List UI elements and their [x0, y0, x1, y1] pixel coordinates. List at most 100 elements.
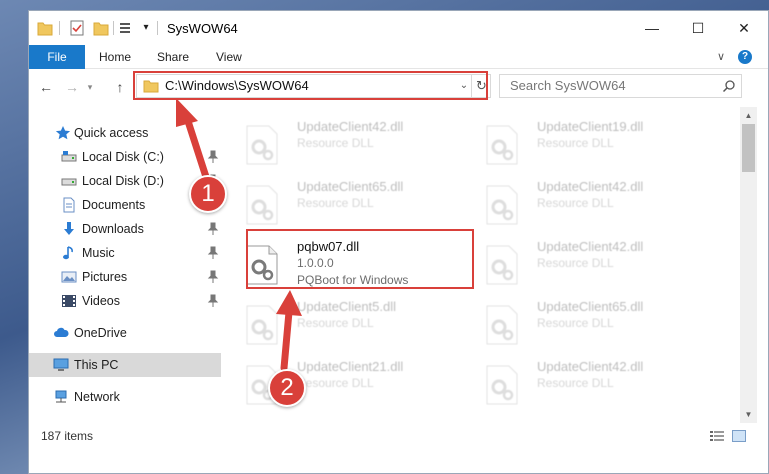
details-view-icon[interactable]: [710, 430, 724, 442]
sidebar-item-local-disk-d[interactable]: Local Disk (D:): [29, 169, 221, 193]
file-type: Resource DLL: [537, 316, 614, 330]
sidebar-item-videos[interactable]: Videos: [29, 289, 221, 313]
sidebar-item-network[interactable]: Network: [29, 385, 221, 409]
pin-icon: [207, 198, 219, 211]
cloud-icon: [54, 327, 69, 337]
tab-view[interactable]: View: [216, 45, 242, 69]
dll-file-icon: [246, 125, 278, 165]
recent-locations-icon[interactable]: ▾: [85, 78, 95, 96]
file-type: Resource DLL: [297, 136, 374, 150]
new-folder-icon[interactable]: [93, 19, 109, 37]
file-type: Resource DLL: [297, 196, 374, 210]
file-name: UpdateClient42.dll: [537, 359, 644, 374]
dll-file-icon: [246, 365, 278, 405]
download-icon: [64, 222, 74, 235]
up-button[interactable]: ↑: [111, 78, 129, 96]
scroll-thumb[interactable]: [742, 124, 755, 172]
pin-icon: [207, 294, 219, 307]
sidebar-item-label: Downloads: [82, 222, 144, 236]
file-item[interactable]: UpdateClient42.dll Resource DLL: [469, 173, 699, 231]
file-type: Resource DLL: [297, 316, 374, 330]
file-item[interactable]: UpdateClient42.dll Resource DLL: [469, 353, 699, 411]
file-item[interactable]: UpdateClient42.dll Resource DLL: [469, 233, 699, 291]
folder-icon[interactable]: [37, 19, 53, 37]
address-path[interactable]: C:\Windows\SysWOW64: [165, 75, 309, 97]
tab-home[interactable]: Home: [99, 45, 131, 69]
scroll-down-button[interactable]: ▼: [740, 406, 757, 423]
pictures-icon: [61, 271, 77, 283]
file-item[interactable]: UpdateClient21.dll Resource DLL: [229, 353, 459, 411]
expand-ribbon-icon[interactable]: ∨: [717, 45, 725, 69]
refresh-button[interactable]: ↻: [471, 75, 491, 97]
item-count: 187 items: [41, 429, 94, 443]
sidebar-item-onedrive[interactable]: OneDrive: [29, 321, 221, 345]
large-icons-view-icon[interactable]: [732, 430, 746, 442]
drive-icon: [61, 178, 77, 186]
explorer-window: ▾ SysWOW64 — ☐ ✕ File Home Share View ∨ …: [28, 10, 769, 474]
dll-file-icon: [246, 185, 278, 225]
file-item[interactable]: UpdateClient65.dll Resource DLL: [469, 293, 699, 351]
pin-icon: [207, 246, 219, 259]
file-name: UpdateClient5.dll: [297, 299, 397, 314]
dll-file-icon: [246, 245, 278, 285]
address-dropdown-icon[interactable]: ⌄: [457, 75, 471, 97]
file-item[interactable]: UpdateClient42.dll Resource DLL: [229, 113, 459, 171]
properties-icon[interactable]: [69, 19, 85, 37]
quick-access-dropdown-icon[interactable]: ▾: [141, 19, 151, 37]
sidebar-item-music[interactable]: Music: [29, 241, 221, 265]
pin-icon: [207, 150, 219, 163]
sidebar-item-quick-access[interactable]: Quick access: [29, 121, 221, 145]
maximize-button[interactable]: ☐: [675, 11, 721, 45]
pin-icon: [207, 174, 219, 187]
file-item[interactable]: UpdateClient19.dll Resource DLL: [469, 113, 699, 171]
vertical-scrollbar[interactable]: ▲ ▼: [740, 107, 757, 423]
file-item-pqbw07[interactable]: pqbw07.dll 1.0.0.0 PQBoot for Windows: [229, 233, 459, 291]
search-input[interactable]: Search SysWOW64: [499, 74, 742, 98]
customize-toolbar-icon[interactable]: [119, 19, 131, 37]
tab-share[interactable]: Share: [157, 45, 189, 69]
file-item[interactable]: UpdateClient5.dll Resource DLL: [229, 293, 459, 351]
dll-file-icon: [246, 305, 278, 345]
forward-button[interactable]: →: [63, 78, 81, 96]
sidebar-item-label: Local Disk (C:): [82, 150, 164, 164]
file-type: Resource DLL: [537, 256, 614, 270]
navigation-bar: ← → ▾ ↑ C:\Windows\SysWOW64 ⌄ ↻ Search S…: [29, 69, 768, 105]
computer-icon: [53, 358, 69, 371]
network-icon: [55, 390, 67, 403]
sidebar-item-pictures[interactable]: Pictures: [29, 265, 221, 289]
quick-access-separator: [59, 21, 60, 35]
minimize-button[interactable]: —: [629, 11, 675, 45]
sidebar-item-local-disk-c[interactable]: Local Disk (C:): [29, 145, 221, 169]
back-button[interactable]: ←: [37, 78, 55, 96]
file-item[interactable]: UpdateClient65.dll Resource DLL: [229, 173, 459, 231]
sidebar-item-label: Network: [74, 390, 120, 404]
status-bar: 187 items: [29, 425, 768, 447]
file-type: Resource DLL: [537, 136, 614, 150]
pin-icon: [207, 222, 219, 235]
dll-file-icon: [486, 305, 518, 345]
music-icon: [63, 246, 73, 260]
dll-file-icon: [486, 245, 518, 285]
sidebar-item-label: Documents: [82, 198, 146, 212]
file-list: UpdateClient42.dll Resource DLL UpdateCl…: [229, 107, 739, 423]
sidebar-item-documents[interactable]: Documents: [29, 193, 221, 217]
sidebar-item-downloads[interactable]: Downloads: [29, 217, 221, 241]
scroll-up-button[interactable]: ▲: [740, 107, 757, 124]
star-icon: [55, 126, 71, 140]
help-icon[interactable]: ?: [738, 50, 752, 64]
search-icon[interactable]: [722, 79, 736, 93]
drive-icon: [61, 151, 77, 162]
address-bar[interactable]: C:\Windows\SysWOW64 ⌄ ↻: [136, 74, 491, 98]
title-bar: ▾ SysWOW64 — ☐ ✕: [29, 11, 768, 45]
tab-file[interactable]: File: [29, 45, 85, 69]
file-name: pqbw07.dll: [297, 239, 360, 254]
videos-icon: [62, 295, 76, 307]
documents-icon: [63, 197, 75, 213]
close-button[interactable]: ✕: [721, 11, 767, 45]
sidebar-item-label: This PC: [74, 358, 119, 372]
dll-file-icon: [486, 125, 518, 165]
search-placeholder: Search SysWOW64: [510, 78, 626, 93]
sidebar-item-this-pc[interactable]: This PC: [29, 353, 221, 377]
sidebar-item-label: Music: [82, 246, 115, 260]
file-version: 1.0.0.0: [297, 256, 334, 270]
